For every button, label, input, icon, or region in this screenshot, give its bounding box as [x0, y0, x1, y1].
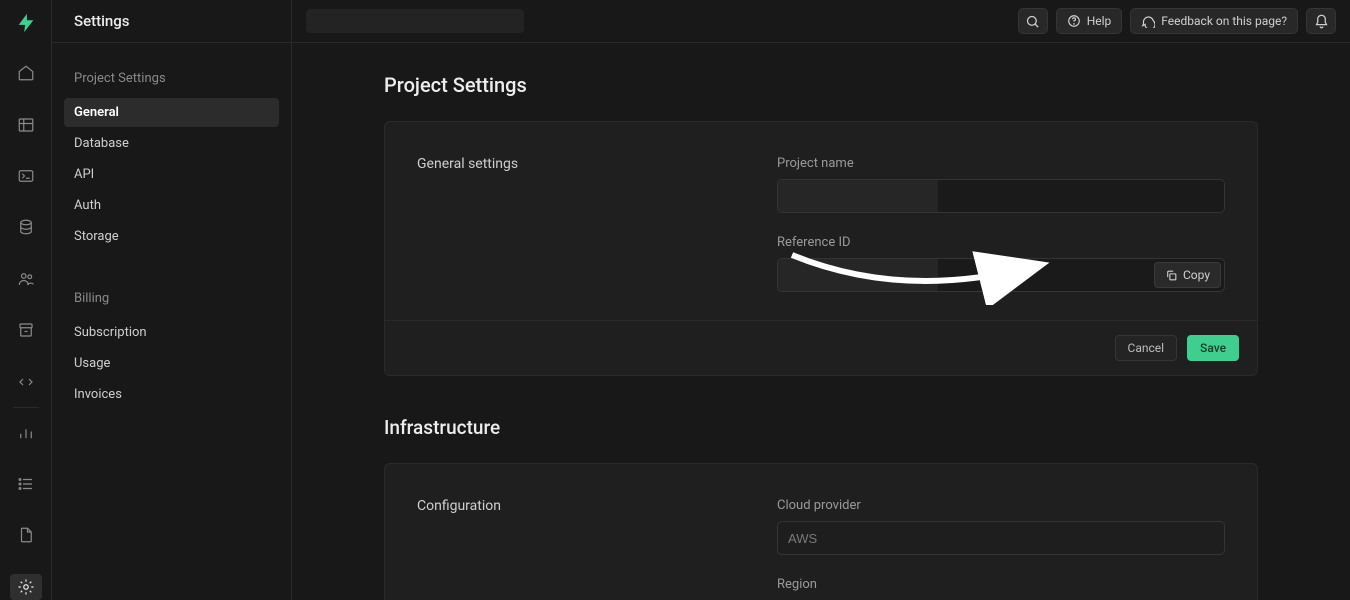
- project-name-input[interactable]: [777, 179, 1225, 213]
- sidebar-item-auth[interactable]: Auth: [64, 191, 279, 220]
- reference-id-field: Reference ID Copy: [777, 235, 1225, 292]
- feedback-label: Feedback on this page?: [1161, 14, 1287, 28]
- help-button[interactable]: Help: [1056, 8, 1123, 34]
- nav-table-icon[interactable]: [10, 111, 42, 137]
- topbar: Help Feedback on this page?: [292, 0, 1350, 43]
- breadcrumb-skeleton: [306, 9, 524, 33]
- feedback-button[interactable]: Feedback on this page?: [1130, 8, 1298, 34]
- sidebar-item-invoices[interactable]: Invoices: [64, 380, 279, 409]
- sidebar-item-database[interactable]: Database: [64, 129, 279, 158]
- nav-list-icon[interactable]: [10, 471, 42, 497]
- copy-reference-id-button[interactable]: Copy: [1154, 262, 1221, 288]
- sidebar-section-billing: Billing: [64, 283, 279, 316]
- main-area: Help Feedback on this page? Project Sett…: [292, 0, 1350, 600]
- nav-database-icon[interactable]: [10, 214, 42, 240]
- sidebar-item-storage[interactable]: Storage: [64, 222, 279, 251]
- nav-settings-icon[interactable]: [10, 574, 42, 600]
- sidebar-title: Settings: [52, 0, 291, 43]
- general-heading: General settings: [417, 156, 737, 292]
- copy-label: Copy: [1183, 268, 1210, 282]
- nav-doc-icon[interactable]: [10, 522, 42, 548]
- content-area: Project Settings General settings Projec…: [292, 43, 1350, 600]
- sidebar-item-subscription[interactable]: Subscription: [64, 318, 279, 347]
- reference-id-label: Reference ID: [777, 235, 1225, 250]
- sidebar-item-api[interactable]: API: [64, 160, 279, 189]
- infrastructure-title: Infrastructure: [384, 416, 1258, 439]
- region-label: Region: [777, 577, 1225, 592]
- app-logo[interactable]: [13, 12, 39, 34]
- project-name-label: Project name: [777, 156, 1225, 171]
- notifications-button[interactable]: [1306, 8, 1336, 34]
- sidebar-item-general[interactable]: General: [64, 98, 279, 127]
- nav-terminal-icon[interactable]: [10, 163, 42, 189]
- nav-code-icon[interactable]: [10, 368, 42, 394]
- help-label: Help: [1087, 14, 1112, 28]
- settings-sidebar: Settings Project Settings General Databa…: [52, 0, 292, 600]
- cloud-provider-label: Cloud provider: [777, 498, 1225, 513]
- project-name-field: Project name: [777, 156, 1225, 213]
- sidebar-item-usage[interactable]: Usage: [64, 349, 279, 378]
- cloud-provider-input: [777, 521, 1225, 555]
- region-field: Region: [777, 577, 1225, 592]
- cloud-provider-field: Cloud provider: [777, 498, 1225, 555]
- search-button[interactable]: [1018, 8, 1048, 34]
- configuration-heading: Configuration: [417, 498, 737, 592]
- general-settings-card: General settings Project name Reference …: [384, 121, 1258, 376]
- sidebar-section-project: Project Settings: [64, 63, 279, 96]
- save-button[interactable]: Save: [1187, 335, 1239, 361]
- page-title: Project Settings: [384, 73, 1258, 97]
- nav-home-icon[interactable]: [10, 60, 42, 86]
- infrastructure-card: Configuration Cloud provider Region: [384, 463, 1258, 600]
- icon-rail: [0, 0, 52, 600]
- cancel-button[interactable]: Cancel: [1115, 335, 1178, 361]
- nav-archive-icon[interactable]: [10, 317, 42, 343]
- nav-reports-icon[interactable]: [10, 420, 42, 446]
- nav-users-icon[interactable]: [10, 266, 42, 292]
